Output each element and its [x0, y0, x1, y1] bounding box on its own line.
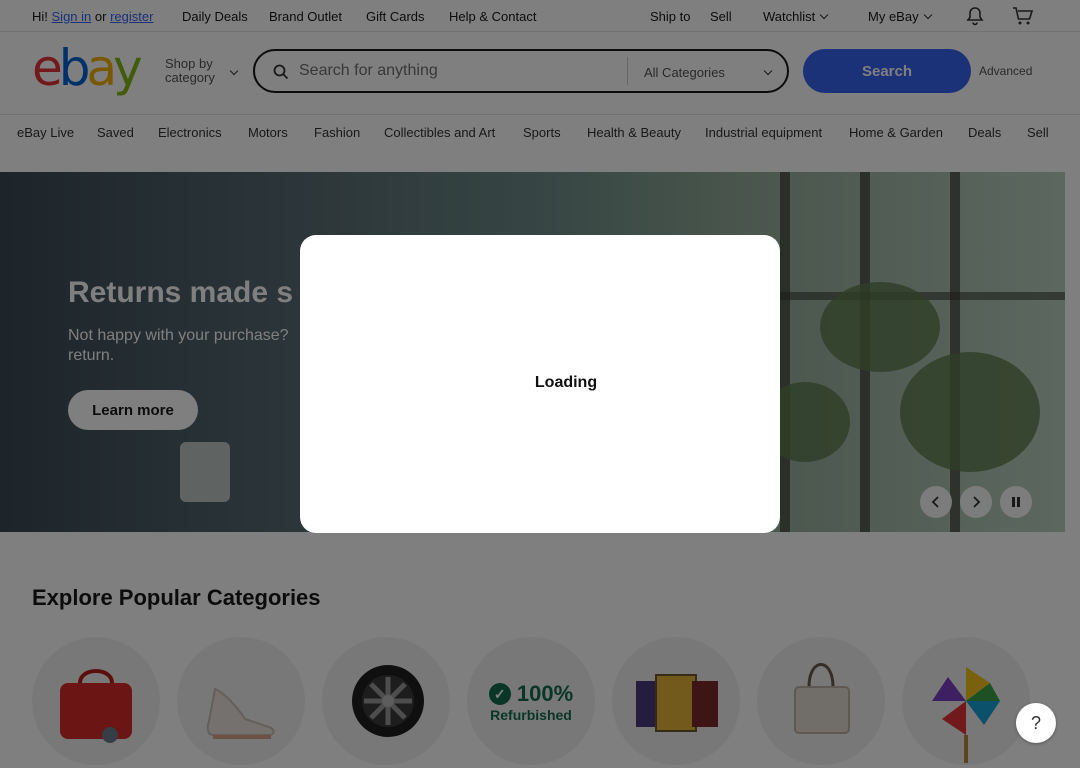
help-button[interactable]: ? — [1016, 703, 1056, 743]
loading-text: Loading — [534, 374, 598, 391]
question-mark-icon: ? — [1030, 712, 1041, 733]
loading-dialog: Loading — [300, 235, 780, 533]
